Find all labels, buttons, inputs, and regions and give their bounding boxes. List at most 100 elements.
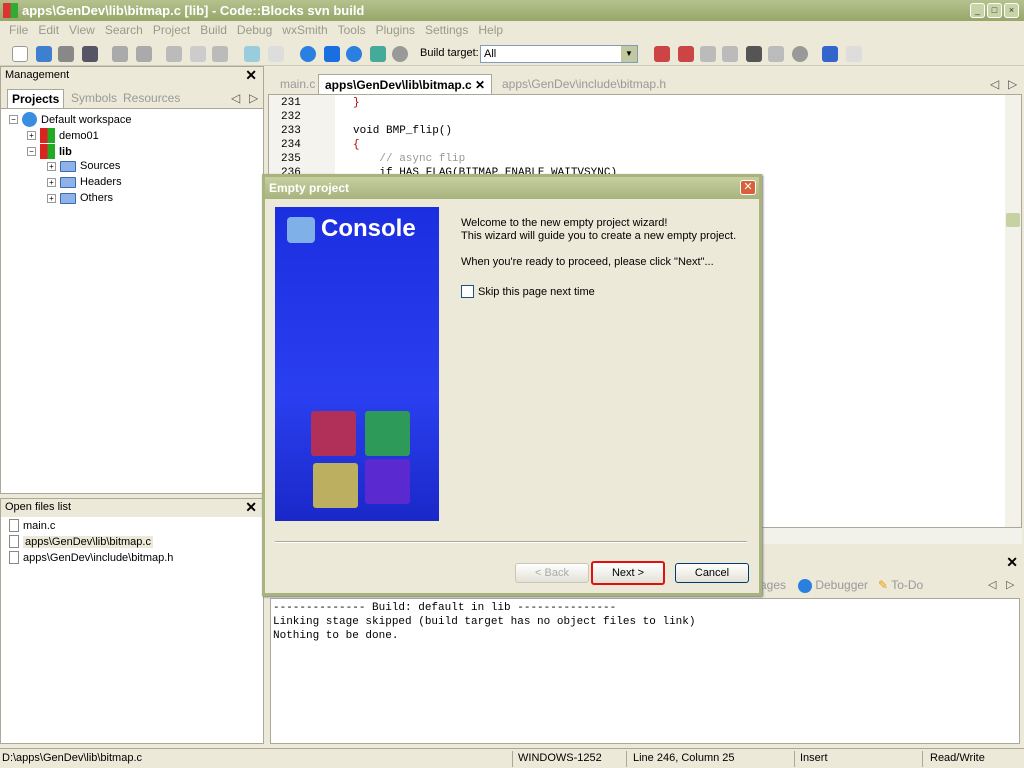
- step-into-icon[interactable]: [722, 46, 738, 62]
- undo-icon[interactable]: [112, 46, 128, 62]
- line-number: 231: [281, 97, 301, 109]
- maximize-button[interactable]: □: [987, 3, 1002, 18]
- tab-scroll-right[interactable]: ▷: [245, 89, 262, 107]
- paste-icon[interactable]: [212, 46, 228, 62]
- tree-workspace[interactable]: − Default workspace: [9, 112, 132, 127]
- copy-icon[interactable]: [190, 46, 206, 62]
- tree-folder-headers[interactable]: + Headers: [47, 176, 122, 188]
- file-label: main.c: [23, 519, 56, 532]
- save-icon[interactable]: [58, 46, 74, 62]
- run-to-cursor-icon[interactable]: [678, 46, 694, 62]
- save-all-icon[interactable]: [82, 46, 98, 62]
- tree-folder-sources[interactable]: + Sources: [47, 160, 120, 172]
- break-icon[interactable]: [768, 46, 784, 62]
- code-line: {: [353, 139, 360, 151]
- expand-icon[interactable]: +: [27, 131, 36, 140]
- line-number: 233: [281, 125, 301, 137]
- chevron-down-icon: ▼: [621, 46, 637, 62]
- tab-debugger[interactable]: Debugger: [798, 578, 868, 593]
- tree-label: lib: [59, 145, 72, 158]
- tab-projects[interactable]: Projects: [7, 89, 65, 108]
- menu-build[interactable]: Build: [195, 23, 232, 39]
- menu-view[interactable]: View: [64, 23, 100, 39]
- tab-bitmap-h[interactable]: apps\GenDev\include\bitmap.h: [496, 74, 672, 94]
- tab-scroll-right[interactable]: ▷: [1006, 578, 1014, 591]
- open-file-item[interactable]: main.c: [9, 519, 55, 532]
- step-out-icon[interactable]: [746, 46, 762, 62]
- open-icon[interactable]: [36, 46, 52, 62]
- tab-todo[interactable]: ✎ To-Do: [878, 578, 923, 592]
- next-line-icon[interactable]: [700, 46, 716, 62]
- management-panel: Management ✕ Projects Symbols Resources ◁…: [0, 66, 264, 494]
- build-icon[interactable]: [300, 46, 316, 62]
- menu-file[interactable]: File: [4, 23, 33, 39]
- folder-icon: [60, 192, 76, 204]
- collapse-icon[interactable]: −: [27, 147, 36, 156]
- tab-resources[interactable]: Resources: [119, 89, 184, 107]
- skip-page-checkbox[interactable]: Skip this page next time: [461, 285, 595, 298]
- abort-icon[interactable]: [392, 46, 408, 62]
- close-icon[interactable]: ✕: [475, 78, 485, 92]
- build-target-select[interactable]: All ▼: [480, 45, 638, 63]
- scroll-thumb[interactable]: [1006, 213, 1020, 227]
- tab-messages[interactable]: ages: [760, 578, 786, 592]
- menu-wxsmith[interactable]: wxSmith: [277, 23, 332, 39]
- tab-scroll-left[interactable]: ◁: [988, 578, 996, 591]
- logo-cube: [311, 411, 356, 456]
- tree-project-lib[interactable]: − lib: [27, 144, 72, 159]
- menu-help[interactable]: Help: [473, 23, 508, 39]
- find-icon[interactable]: [244, 46, 260, 62]
- back-button[interactable]: < Back: [515, 563, 589, 583]
- tree-folder-others[interactable]: + Others: [47, 192, 113, 204]
- run-icon[interactable]: [324, 46, 340, 62]
- menu-tools[interactable]: Tools: [333, 23, 371, 39]
- build-run-icon[interactable]: [346, 46, 362, 62]
- build-log[interactable]: -------------- Build: default in lib ---…: [270, 598, 1020, 744]
- open-files-title: Open files list: [5, 501, 72, 513]
- dialog-close-button[interactable]: ✕: [740, 180, 756, 195]
- next-button[interactable]: Next >: [591, 561, 665, 585]
- logo-cube: [365, 411, 410, 456]
- expand-icon[interactable]: +: [47, 177, 56, 187]
- menu-project[interactable]: Project: [148, 23, 195, 39]
- minimize-button[interactable]: _: [970, 3, 985, 18]
- rebuild-icon[interactable]: [370, 46, 386, 62]
- info-icon[interactable]: [846, 46, 862, 62]
- file-icon: [9, 519, 19, 532]
- redo-icon[interactable]: [136, 46, 152, 62]
- expand-icon[interactable]: +: [47, 161, 56, 171]
- tree-project-demo01[interactable]: + demo01: [27, 128, 99, 143]
- code-line: void BMP_flip(): [353, 125, 453, 137]
- close-window-button[interactable]: ×: [1004, 3, 1019, 18]
- replace-icon[interactable]: [268, 46, 284, 62]
- menu-debug[interactable]: Debug: [232, 23, 277, 39]
- checkbox-box[interactable]: [461, 285, 474, 298]
- open-file-item[interactable]: apps\GenDev\include\bitmap.h: [9, 551, 173, 564]
- project-icon: [40, 144, 55, 159]
- editor-vertical-scrollbar[interactable]: [1005, 95, 1021, 527]
- menu-plugins[interactable]: Plugins: [371, 23, 420, 39]
- menu-search[interactable]: Search: [100, 23, 148, 39]
- menu-edit[interactable]: Edit: [33, 23, 64, 39]
- close-icon[interactable]: ✕: [1006, 554, 1018, 571]
- cancel-button[interactable]: Cancel: [675, 563, 749, 583]
- stop-debug-icon[interactable]: [792, 46, 808, 62]
- tab-bitmap-c[interactable]: apps\GenDev\lib\bitmap.c ✕: [318, 74, 493, 94]
- close-icon[interactable]: ✕: [245, 499, 257, 516]
- tab-scroll-left[interactable]: ◁: [227, 89, 244, 107]
- tab-main-c[interactable]: main.c: [274, 74, 321, 94]
- debug-icon[interactable]: [654, 46, 670, 62]
- menu-settings[interactable]: Settings: [420, 23, 473, 39]
- tab-scroll-right[interactable]: ▷: [1002, 74, 1023, 94]
- collapse-icon[interactable]: −: [9, 115, 18, 124]
- expand-icon[interactable]: +: [47, 193, 56, 203]
- debug-windows-icon[interactable]: [822, 46, 838, 62]
- new-file-icon[interactable]: [12, 46, 28, 62]
- divider: [275, 541, 747, 543]
- close-icon[interactable]: ✕: [245, 67, 257, 84]
- cut-icon[interactable]: [166, 46, 182, 62]
- tab-symbols[interactable]: Symbols: [67, 89, 121, 107]
- open-file-item[interactable]: apps\GenDev\lib\bitmap.c: [9, 535, 153, 548]
- line-number: 235: [281, 153, 301, 165]
- file-icon: [9, 535, 19, 548]
